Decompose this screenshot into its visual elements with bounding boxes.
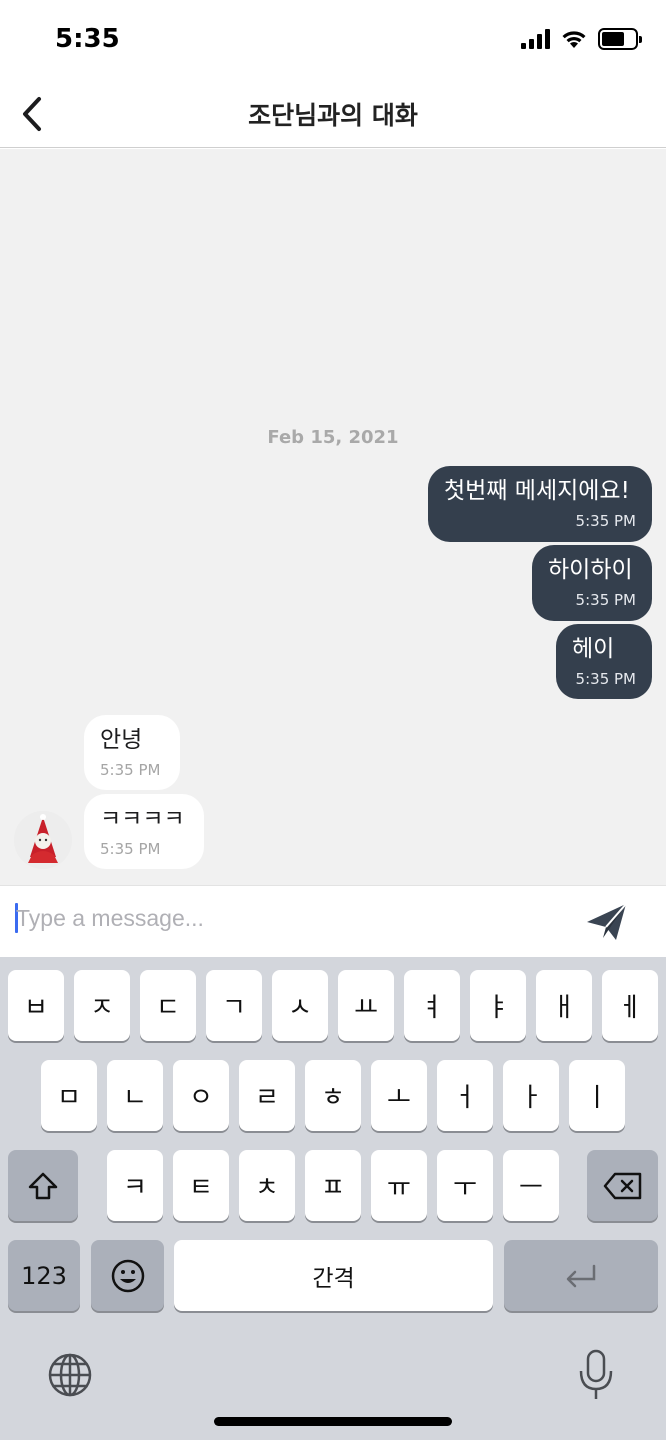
message-bubble-outgoing[interactable]: 헤이 5:35 PM — [556, 624, 652, 699]
keyboard: ㅂ ㅈ ㄷ ㄱ ㅅ ㅛ ㅕ ㅑ ㅐ ㅔ ㅁ ㄴ ㅇ ㄹ ㅎ ㅗ ㅓ ㅏ ㅣ ㅋ … — [0, 957, 666, 1440]
key[interactable]: ㅎ — [305, 1060, 361, 1131]
microphone-button[interactable] — [576, 1349, 616, 1401]
microphone-icon — [579, 1349, 613, 1399]
wifi-icon — [562, 31, 586, 48]
space-key[interactable]: 간격 — [174, 1240, 493, 1311]
shift-icon — [28, 1172, 58, 1199]
return-icon — [566, 1264, 596, 1287]
message-time: 5:35 PM — [100, 761, 161, 779]
message-bubble-outgoing[interactable]: 하이하이 5:35 PM — [532, 545, 652, 621]
key[interactable]: ㅠ — [371, 1150, 427, 1221]
message-text: 첫번째 메세지에요! — [444, 478, 630, 504]
battery-icon — [598, 28, 642, 50]
key[interactable]: ㅓ — [437, 1060, 493, 1131]
message-time: 5:35 PM — [575, 670, 636, 688]
key[interactable]: ㅜ — [437, 1150, 493, 1221]
chat-header: 조단님과의 대화 — [0, 80, 666, 148]
key[interactable]: ㅗ — [371, 1060, 427, 1131]
key[interactable]: ㅇ — [173, 1060, 229, 1131]
message-bubble-incoming[interactable]: ㅋㅋㅋㅋ 5:35 PM — [84, 794, 204, 869]
message-text: ㅋㅋㅋㅋ — [100, 806, 185, 832]
return-key[interactable] — [504, 1240, 658, 1311]
message-input[interactable] — [16, 898, 556, 938]
numbers-key[interactable]: 123 — [8, 1240, 80, 1311]
message-time: 5:35 PM — [575, 591, 636, 609]
key[interactable]: ㅋ — [107, 1150, 163, 1221]
status-bar: 5:35 — [0, 0, 666, 80]
paper-plane-icon — [587, 903, 627, 940]
key[interactable]: ㄱ — [206, 970, 262, 1041]
status-icons — [521, 28, 642, 50]
message-composer — [0, 885, 666, 957]
page-title: 조단님과의 대화 — [248, 101, 418, 130]
key[interactable]: ㅛ — [338, 970, 394, 1041]
key[interactable]: ㅡ — [503, 1150, 559, 1221]
key[interactable]: ㄴ — [107, 1060, 163, 1131]
message-list[interactable]: Feb 15, 2021 첫번째 메세지에요! 5:35 PM 하이하이 5:3… — [0, 149, 666, 885]
message-bubble-outgoing[interactable]: 첫번째 메세지에요! 5:35 PM — [428, 466, 652, 542]
message-time: 5:35 PM — [100, 840, 161, 858]
message-text: 하이하이 — [548, 557, 633, 583]
emoji-key[interactable] — [91, 1240, 164, 1311]
key[interactable]: ㅂ — [8, 970, 64, 1041]
home-indicator — [214, 1417, 452, 1426]
key[interactable]: ㅐ — [536, 970, 592, 1041]
avatar[interactable] — [14, 811, 72, 869]
key[interactable]: ㅌ — [173, 1150, 229, 1221]
key[interactable]: ㅈ — [74, 970, 130, 1041]
key[interactable]: ㅊ — [239, 1150, 295, 1221]
cellular-signal-icon — [521, 29, 550, 49]
globe-button[interactable] — [46, 1351, 94, 1399]
key[interactable]: ㅅ — [272, 970, 328, 1041]
backspace-key[interactable] — [587, 1150, 658, 1221]
key[interactable]: ㄷ — [140, 970, 196, 1041]
globe-icon — [48, 1353, 92, 1397]
message-text: 안녕 — [100, 727, 143, 753]
key[interactable]: ㅍ — [305, 1150, 361, 1221]
key[interactable]: ㅏ — [503, 1060, 559, 1131]
message-text: 헤이 — [572, 636, 615, 662]
status-time: 5:35 — [55, 24, 120, 54]
key[interactable]: ㅣ — [569, 1060, 625, 1131]
date-separator: Feb 15, 2021 — [267, 427, 399, 448]
key[interactable]: ㅕ — [404, 970, 460, 1041]
shift-key[interactable] — [8, 1150, 78, 1221]
emoji-icon — [111, 1259, 144, 1292]
message-bubble-incoming[interactable]: 안녕 5:35 PM — [84, 715, 180, 790]
key[interactable]: ㅁ — [41, 1060, 97, 1131]
key[interactable]: ㄹ — [239, 1060, 295, 1131]
key[interactable]: ㅔ — [602, 970, 658, 1041]
backspace-icon — [603, 1172, 641, 1199]
send-button[interactable] — [584, 900, 630, 944]
key[interactable]: ㅑ — [470, 970, 526, 1041]
message-time: 5:35 PM — [575, 512, 636, 530]
